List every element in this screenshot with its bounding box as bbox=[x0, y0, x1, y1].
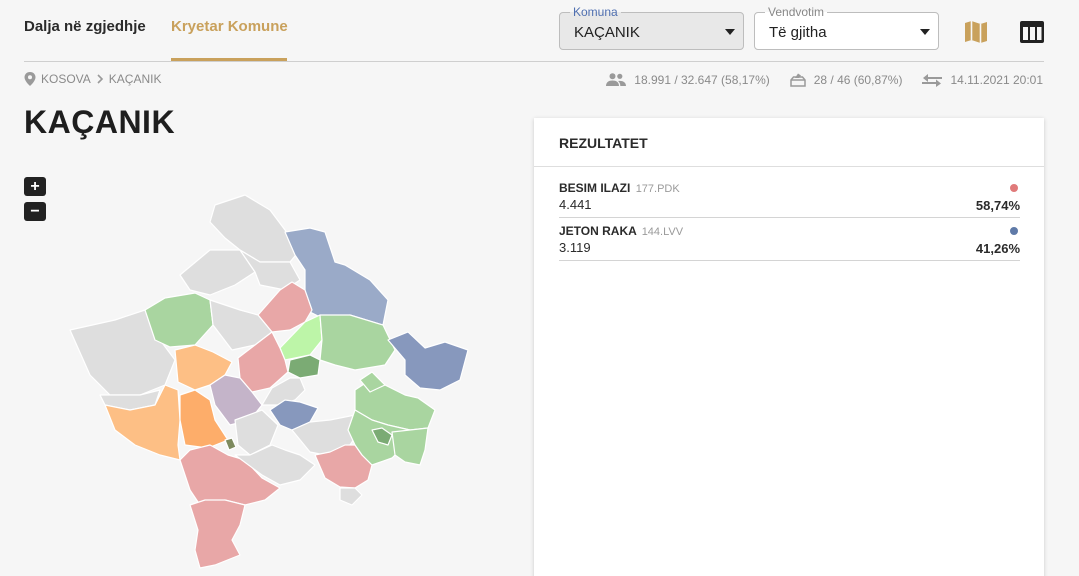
turnout-value: 18.991 / 32.647 (58,17%) bbox=[634, 72, 770, 87]
breadcrumb-current: KAÇANIK bbox=[108, 72, 162, 86]
candidate-row[interactable]: JETON RAKA 144.LVV 3.119 41,26% bbox=[559, 223, 1020, 261]
page-title: KAÇANIK bbox=[24, 104, 176, 140]
chevron-right-icon bbox=[97, 74, 103, 84]
candidate-row[interactable]: BESIM ILAZI 177.PDK 4.441 58,74% bbox=[559, 180, 1020, 218]
tab-mayor[interactable]: Kryetar Komune bbox=[171, 18, 288, 35]
table-view-button[interactable] bbox=[1018, 18, 1046, 46]
results-title: REZULTATET bbox=[559, 135, 648, 151]
kosovo-municipality-map bbox=[69, 194, 469, 569]
breadcrumb-root[interactable]: KOSOVA bbox=[41, 72, 91, 86]
ballot-box-icon bbox=[789, 73, 806, 87]
map-icon bbox=[965, 21, 987, 43]
zoom-in-button[interactable]: + bbox=[24, 177, 46, 196]
map-region-dragash[interactable] bbox=[189, 499, 246, 569]
candidate-name: BESIM ILAZI 177.PDK bbox=[559, 181, 680, 195]
map-region-kamenice[interactable] bbox=[387, 331, 469, 391]
location-pin-icon bbox=[24, 72, 36, 86]
breadcrumb: KOSOVA KAÇANIK bbox=[24, 72, 161, 86]
candidate-percent: 58,74% bbox=[975, 198, 1020, 213]
municipality-select[interactable]: Komuna KAÇANIK bbox=[559, 5, 744, 50]
polling-station-select-label: Vendvotim bbox=[765, 5, 828, 19]
header-divider bbox=[24, 61, 1044, 62]
candidate-votes: 3.119 bbox=[559, 240, 591, 255]
people-icon bbox=[606, 73, 627, 86]
polling-station-select-value: Të gjitha bbox=[769, 24, 827, 41]
summary-stats: 18.991 / 32.647 (58,17%) 28 / 46 (60,87%… bbox=[586, 72, 1043, 87]
update-time: 14.11.2021 20:01 bbox=[950, 72, 1043, 87]
chevron-down-icon bbox=[725, 29, 735, 35]
candidate-name-text: JETON RAKA bbox=[559, 224, 637, 238]
map-region-gjilan[interactable] bbox=[391, 427, 429, 466]
municipality-select-label: Komuna bbox=[570, 5, 621, 19]
stations-stat: 28 / 46 (60,87%) bbox=[789, 72, 903, 87]
results-divider bbox=[534, 166, 1044, 167]
tab-turnout[interactable]: Dalja në zgjedhje bbox=[24, 18, 146, 35]
zoom-out-button[interactable]: − bbox=[24, 202, 46, 221]
candidate-party: 144.LVV bbox=[641, 226, 684, 238]
results-panel: REZULTATET BESIM ILAZI 177.PDK 4.441 58,… bbox=[534, 118, 1044, 576]
turnout-stat: 18.991 / 32.647 (58,17%) bbox=[606, 72, 770, 87]
candidate-name: JETON RAKA 144.LVV bbox=[559, 224, 683, 238]
map-region-skenderaj[interactable] bbox=[144, 292, 214, 348]
top-navigation: Dalja në zgjedhje Kryetar Komune Komuna … bbox=[0, 0, 1079, 62]
stations-value: 28 / 46 (60,87%) bbox=[813, 72, 903, 87]
table-icon bbox=[1020, 21, 1044, 43]
municipality-select-value: KAÇANIK bbox=[574, 24, 640, 41]
update-stat: 14.11.2021 20:01 bbox=[922, 73, 1043, 87]
candidate-votes: 4.441 bbox=[559, 197, 592, 212]
map-region-zubin-potok[interactable] bbox=[179, 249, 256, 296]
polling-station-select[interactable]: Vendvotim Të gjitha bbox=[754, 5, 939, 50]
candidate-name-text: BESIM ILAZI bbox=[559, 181, 631, 195]
map-region-hani-elezit[interactable] bbox=[339, 487, 363, 506]
chevron-down-icon bbox=[920, 29, 930, 35]
map-region-rahovec[interactable] bbox=[224, 437, 237, 451]
map-view-button[interactable] bbox=[962, 18, 990, 46]
sync-arrows-icon bbox=[922, 73, 943, 87]
party-color-dot bbox=[1010, 184, 1018, 192]
candidate-percent: 41,26% bbox=[975, 241, 1020, 256]
candidate-party: 177.PDK bbox=[635, 183, 680, 195]
party-color-dot bbox=[1010, 227, 1018, 235]
